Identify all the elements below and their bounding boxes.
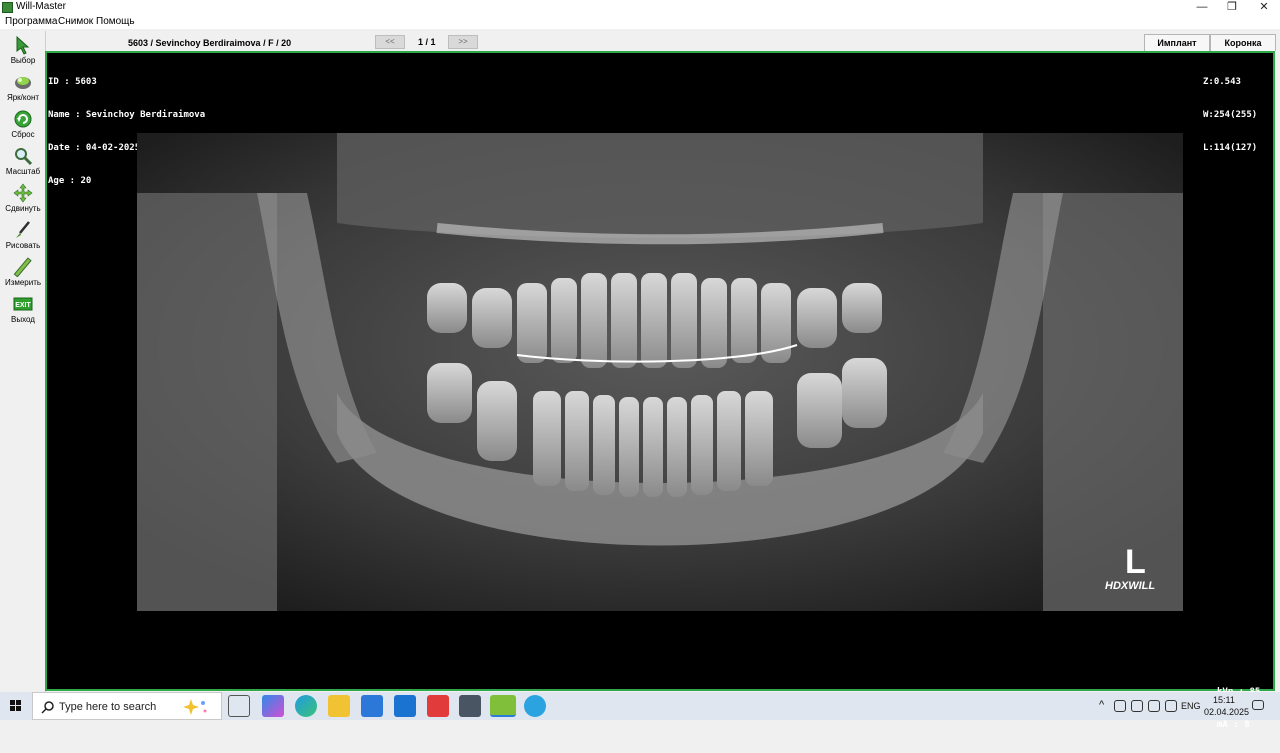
clock-time[interactable]: 15:11 <box>1213 695 1235 705</box>
language-indicator[interactable]: ENG <box>1181 701 1201 711</box>
start-button[interactable] <box>0 692 32 720</box>
ruler-icon <box>13 257 32 277</box>
copilot-icon[interactable] <box>262 695 284 717</box>
panoramic-xray-image[interactable]: L HDXWILL <box>137 133 1183 611</box>
tool-measure-label: Измерить <box>4 278 42 287</box>
tool-select-label: Выбор <box>10 56 36 65</box>
tool-zoom-label: Масштаб <box>5 167 41 176</box>
patient-id: ID : 5603 <box>48 77 97 87</box>
calculator-icon[interactable] <box>459 695 481 717</box>
search-highlight-icon <box>183 699 207 715</box>
search-placeholder: Type here to search <box>59 701 157 713</box>
brightness-contrast-icon <box>15 77 31 89</box>
next-image-button[interactable]: >> <box>448 35 478 49</box>
prev-image-button[interactable]: << <box>375 35 405 49</box>
cursor-arrow-icon <box>16 35 30 55</box>
taskbar-search-box[interactable]: Type here to search <box>32 692 222 720</box>
exit-badge-text: EXIT <box>15 302 31 309</box>
tab-implant[interactable]: Имплант <box>1144 34 1210 51</box>
reset-icon <box>14 110 32 128</box>
tool-brightness-button[interactable]: Ярк/конт <box>0 70 46 106</box>
tool-measure-button[interactable]: Измерить <box>0 255 46 291</box>
tab-crown[interactable]: Коронка <box>1210 34 1276 51</box>
move-arrows-icon <box>13 183 33 203</box>
media-app-icon[interactable] <box>427 695 449 717</box>
clock-date[interactable]: 02.04.2025 <box>1204 707 1249 717</box>
exit-icon: EXIT <box>13 297 33 311</box>
task-view-icon[interactable] <box>228 695 250 717</box>
minimize-button[interactable]: — <box>1188 0 1216 15</box>
microsoft-store-icon[interactable] <box>361 695 383 717</box>
window-level-value: L:114(127) <box>1203 143 1258 153</box>
menu-bar: Программа Снимок Помощь <box>0 15 1280 29</box>
windows-taskbar: Type here to search ^ ENG 15:11 02.04.20… <box>0 692 1280 720</box>
telegram-icon[interactable] <box>524 695 546 717</box>
tool-exit-label: Выход <box>11 315 35 324</box>
tool-brightness-label: Ярк/конт <box>6 93 40 102</box>
image-header: 5603 / Sevinchoy Berdiraimova / F / 20 <… <box>46 31 1280 51</box>
window-width-value: W:254(255) <box>1203 110 1258 120</box>
windows-logo-icon <box>10 700 21 711</box>
close-button[interactable]: ✕ <box>1250 0 1278 15</box>
brush-icon <box>16 221 30 238</box>
title-bar: Will-Master — ❐ ✕ <box>0 0 1280 15</box>
file-explorer-icon[interactable] <box>328 695 350 717</box>
window-level-overlay: Z:0.543 W:254(255) L:114(127) <box>1203 55 1257 176</box>
volume-icon[interactable] <box>1131 700 1143 712</box>
menu-image[interactable]: Снимок <box>58 16 93 27</box>
tool-draw-button[interactable]: Рисовать <box>0 218 46 254</box>
patient-caption: 5603 / Sevinchoy Berdiraimova / F / 20 <box>128 38 292 48</box>
left-cervical-spine <box>137 193 277 611</box>
brand-watermark: HDXWILL <box>1105 580 1155 592</box>
tool-panel: Выбор Ярк/конт Сброс Масштаб Сдвинуть Ри… <box>0 31 46 692</box>
notifications-icon[interactable] <box>1252 700 1264 710</box>
page-indicator: 1 / 1 <box>418 37 436 47</box>
tool-reset-label: Сброс <box>11 130 35 139</box>
window-title: Will-Master <box>16 1 66 12</box>
tool-move-label: Сдвинуть <box>5 204 41 213</box>
mail-icon[interactable] <box>394 695 416 717</box>
display-icon[interactable] <box>1165 700 1177 712</box>
zoom-magnifier-icon <box>15 148 33 166</box>
side-marker-label: L <box>1125 543 1146 581</box>
battery-icon[interactable] <box>1148 700 1160 712</box>
menu-help[interactable]: Помощь <box>96 16 135 27</box>
tool-zoom-button[interactable]: Масштаб <box>0 144 46 180</box>
patient-name: Name : Sevinchoy Berdiraimova <box>48 110 206 120</box>
will-master-taskbar-icon[interactable] <box>490 695 516 717</box>
tool-exit-button[interactable]: EXIT Выход <box>0 292 46 328</box>
tray-overflow-caret[interactable]: ^ <box>1099 699 1104 711</box>
search-icon <box>41 701 54 714</box>
xray-viewer[interactable]: ID : 5603 Name : Sevinchoy Berdiraimova … <box>45 51 1275 730</box>
ma-value: mA : 8 <box>1217 720 1250 730</box>
maxilla <box>337 133 983 238</box>
edge-browser-icon[interactable] <box>295 695 317 717</box>
maximize-button[interactable]: ❐ <box>1218 0 1246 15</box>
menu-program[interactable]: Программа <box>5 16 57 27</box>
tool-draw-label: Рисовать <box>5 241 41 250</box>
network-icon[interactable] <box>1114 700 1126 712</box>
tool-reset-button[interactable]: Сброс <box>0 107 46 143</box>
zoom-value: Z:0.543 <box>1203 77 1241 87</box>
tool-select-button[interactable]: Выбор <box>0 33 46 69</box>
right-cervical-spine <box>1043 193 1183 611</box>
tool-move-button[interactable]: Сдвинуть <box>0 181 46 217</box>
app-logo-icon <box>2 2 13 13</box>
